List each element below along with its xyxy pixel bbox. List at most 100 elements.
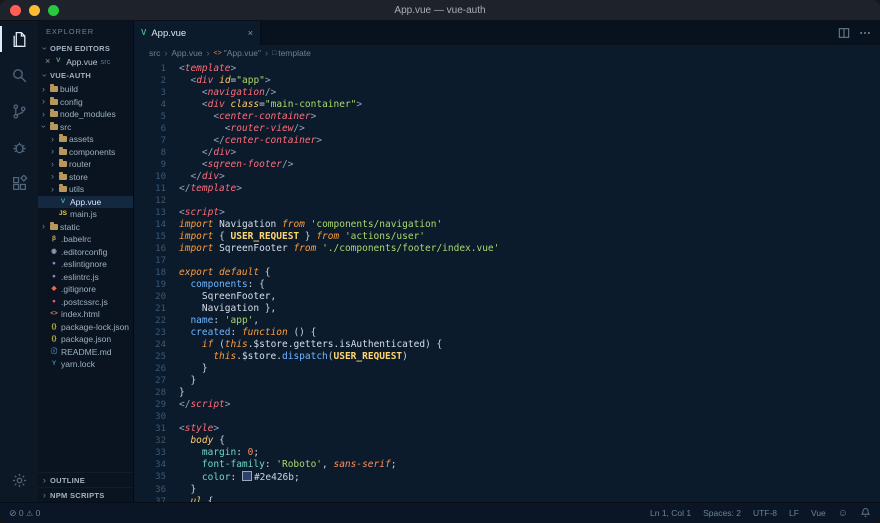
code-token: /> [281, 159, 294, 170]
chevron-right-icon[interactable] [40, 110, 47, 119]
project-section-header[interactable]: VUE-AUTH [38, 68, 133, 82]
code-token: from [293, 243, 317, 254]
code-line-content: <center-container> [179, 111, 316, 123]
minimize-window-button[interactable] [29, 4, 40, 16]
code-token: SqreenFooter [201, 291, 271, 302]
code-token: from [282, 219, 305, 230]
tree-folder-node_modules[interactable]: node_modules [38, 108, 133, 121]
tree-file-index.html[interactable]: <> index.html [38, 308, 133, 321]
source-control-icon[interactable] [0, 93, 38, 129]
split-editor-icon[interactable] [838, 27, 850, 39]
tree-file-.gitignore[interactable]: ◆ .gitignore [38, 283, 133, 296]
extensions-icon[interactable] [0, 165, 38, 201]
tree-folder-src[interactable]: src [38, 121, 133, 134]
tree-item-label: assets [69, 134, 94, 145]
line-number: 15 [155, 232, 166, 242]
chevron-down-icon[interactable] [39, 123, 48, 130]
js-icon: JS [59, 210, 67, 217]
more-actions-icon[interactable] [859, 27, 871, 39]
tree-folder-build[interactable]: build [38, 83, 133, 96]
breadcrumb-item[interactable]: App.vue [171, 48, 202, 58]
tab-close-icon[interactable] [248, 29, 253, 38]
tab-bar: V App.vue [134, 21, 880, 45]
tree-folder-components[interactable]: components [38, 146, 133, 159]
tree-file-.postcssrc.js[interactable]: ● .postcssrc.js [38, 296, 133, 309]
status-encoding[interactable]: UTF-8 [753, 508, 777, 518]
code-line: 21 Navigation }, [134, 303, 880, 315]
line-number: 27 [155, 376, 166, 386]
tree-item-label: package-lock.json [61, 321, 130, 332]
close-icon[interactable] [45, 57, 50, 66]
chevron-right-icon[interactable] [49, 135, 56, 144]
code-token: } [299, 231, 317, 242]
code-token: Navigation [201, 303, 260, 314]
debug-icon[interactable] [0, 129, 38, 165]
search-icon[interactable] [0, 57, 38, 93]
code-token: "app" [236, 75, 265, 86]
chevron-right-icon[interactable] [49, 185, 56, 194]
explorer-icon[interactable] [0, 21, 38, 57]
tree-folder-store[interactable]: store [38, 171, 133, 184]
folder-icon [50, 221, 58, 230]
chevron-right-icon[interactable] [49, 172, 56, 181]
code-editor[interactable]: 1 <template> 2 <div id="app"> 3 <navigation… [134, 61, 880, 502]
tree-file-main.js[interactable]: JS main.js [38, 208, 133, 221]
code-line-content: <div id="app"> [179, 75, 270, 87]
tab-label: App.vue [151, 27, 187, 39]
breadcrumb-item[interactable]: <> "App.vue" [214, 48, 261, 58]
tree-file-.editorconfig[interactable]: ◉ .editorconfig [38, 246, 133, 259]
code-token: div [207, 99, 225, 110]
settings-icon[interactable] [0, 462, 38, 498]
breadcrumb-item[interactable]: src [149, 48, 160, 58]
chevron-right-icon [164, 48, 167, 58]
tree-folder-utils[interactable]: utils [38, 183, 133, 196]
tree-file-.eslintignore[interactable]: ● .eslintignore [38, 258, 133, 271]
code-line-content: </script> [179, 399, 231, 411]
feedback-smiley-icon[interactable] [838, 508, 848, 519]
chevron-right-icon[interactable] [49, 147, 56, 156]
chevron-right-icon[interactable] [49, 160, 56, 169]
npm-scripts-section-header[interactable]: NPM SCRIPTS [38, 487, 133, 502]
zoom-window-button[interactable] [48, 4, 59, 16]
tree-file-package.json[interactable]: {} package.json [38, 333, 133, 346]
open-editor-item[interactable]: V App.vue src [38, 55, 133, 68]
status-cursor-position[interactable]: Ln 1, Col 1 [650, 508, 691, 518]
chevron-right-icon[interactable] [40, 97, 47, 106]
tree-file-yarn.lock[interactable]: Yyarn.lock [38, 358, 133, 371]
code-token: { [259, 267, 271, 278]
code-line: 11 </template> [134, 183, 880, 195]
tab-app-vue[interactable]: V App.vue [134, 21, 261, 45]
tree-file-.babelrc[interactable]: β .babelrc [38, 233, 133, 246]
outline-section-header[interactable]: OUTLINE [38, 472, 133, 487]
notifications-bell-icon[interactable] [860, 507, 871, 520]
open-editors-header[interactable]: OPEN EDITORS [38, 41, 133, 55]
css-color-swatch [241, 471, 252, 481]
chevron-right-icon[interactable] [40, 85, 47, 94]
breadcrumb-item[interactable]: □ template [272, 48, 311, 58]
tree-folder-router[interactable]: router [38, 158, 133, 171]
chevron-right-icon[interactable] [40, 222, 47, 231]
tree-item-label: README.md [61, 346, 112, 357]
tree-folder-assets[interactable]: assets [38, 133, 133, 146]
folder-icon [50, 84, 58, 93]
tree-file-README.md[interactable]: ⓘ README.md [38, 346, 133, 359]
line-number: 12 [155, 196, 166, 206]
folder-icon [50, 121, 58, 130]
line-number: 18 [155, 268, 166, 278]
status-language-mode[interactable]: Vue [811, 508, 826, 518]
tree-folder-static[interactable]: static [38, 221, 133, 234]
tree-item-label: .babelrc [61, 234, 92, 245]
problems-indicator[interactable]: 0 0 [9, 508, 40, 519]
code-token: 'app' [224, 315, 254, 326]
code-line: 10 </div> [134, 171, 880, 183]
close-window-button[interactable] [10, 4, 21, 16]
tree-file-package-lock.json[interactable]: {} package-lock.json [38, 321, 133, 334]
status-eol-setting[interactable]: LF [789, 508, 799, 518]
code-line-content: } [179, 363, 208, 375]
tree-file-.eslintrc.js[interactable]: ● .eslintrc.js [38, 271, 133, 284]
tree-file-App.vue[interactable]: V App.vue [38, 195, 133, 208]
line-number: 28 [155, 388, 166, 398]
status-indent-setting[interactable]: Spaces: 2 [703, 508, 741, 518]
code-token: name [190, 315, 214, 326]
tree-folder-config[interactable]: config [38, 96, 133, 109]
